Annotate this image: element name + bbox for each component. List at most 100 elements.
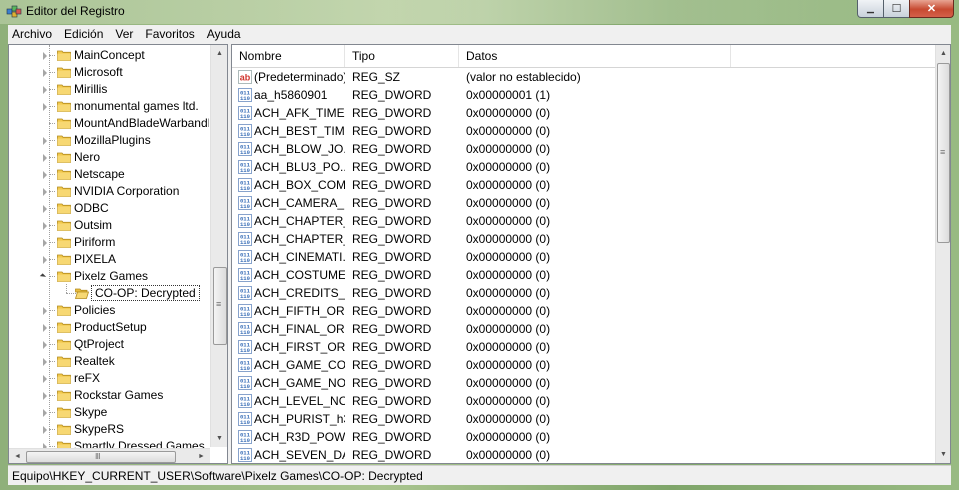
expand-arrow-icon[interactable]: [43, 324, 47, 332]
tree-scroll-right-icon[interactable]: ►: [193, 448, 210, 463]
menu-edicion[interactable]: Edición: [58, 25, 109, 44]
expand-arrow-icon[interactable]: [43, 239, 47, 247]
list-item[interactable]: 011 110 ACH_FINAL_OR... REG_DWORD 0x00000000…: [232, 320, 935, 338]
list-item[interactable]: 011 110 ACH_CINEMATI... REG_DWORD 0x00000000…: [232, 248, 935, 266]
close-button[interactable]: ✕: [909, 0, 954, 18]
tree-scroll-up-icon[interactable]: ▲: [211, 45, 227, 62]
tree-item[interactable]: Policies: [9, 302, 209, 319]
tree-horizontal-scrollbar[interactable]: ◄ Ⅲ ►: [9, 448, 210, 463]
list-item[interactable]: 011110ACH_COSTUME... REG_DWORD 0x00000000 …: [232, 266, 935, 284]
tree-scroll-thumb[interactable]: ≡: [213, 267, 227, 345]
tree-item[interactable]: Rockstar Games: [9, 387, 209, 404]
expand-arrow-icon[interactable]: [43, 137, 47, 145]
tree-item[interactable]: Piriform: [9, 234, 209, 251]
value-data: 0x00000000 (0): [466, 160, 551, 174]
tree-item-label: SkypeRS: [74, 422, 125, 436]
tree-item[interactable]: CO-OP: Decrypted: [9, 285, 209, 302]
binary-value-icon: 011 110: [238, 304, 252, 318]
list-scroll-thumb[interactable]: ≡: [937, 63, 950, 243]
list-item[interactable]: 011110ACH_CREDITS_P... REG_DWORD 0x0000000…: [232, 284, 935, 302]
list-item[interactable]: 011110ACH_CHAPTER_... REG_DWORD 0x00000000…: [232, 212, 935, 230]
list-item[interactable]: 011110ACH_CHAPTER_... REG_DWORD 0x00000000…: [232, 230, 935, 248]
expand-arrow-icon[interactable]: [43, 307, 47, 315]
expand-arrow-icon[interactable]: [43, 256, 47, 264]
column-header-data[interactable]: Datos: [459, 45, 731, 67]
key-tree-pane[interactable]: MainConcept Microsoft Mirillis monumental g…: [8, 44, 228, 464]
tree-item[interactable]: Microsoft: [9, 64, 209, 81]
values-list-pane[interactable]: Nombre Tipo Datos ab (Predeterminado) REG_…: [231, 44, 951, 464]
expand-arrow-icon[interactable]: [43, 392, 47, 400]
tree-item[interactable]: Skype: [9, 404, 209, 421]
menu-ayuda[interactable]: Ayuda: [201, 25, 247, 44]
tree-item[interactable]: Outsim: [9, 217, 209, 234]
expand-arrow-icon[interactable]: [43, 358, 47, 366]
minimize-button[interactable]: ▁: [857, 0, 884, 18]
column-header-name[interactable]: Nombre: [232, 45, 345, 67]
tree-scroll-left-icon[interactable]: ◄: [9, 448, 26, 463]
list-item[interactable]: 011 110 ACH_BEST_TIM... REG_DWORD 0x00000000…: [232, 122, 935, 140]
list-item[interactable]: 011110ACH_BOX_COM... REG_DWORD 0x00000000 …: [232, 176, 935, 194]
expand-arrow-icon[interactable]: [43, 154, 47, 162]
list-item[interactable]: 011 110 ACH_BLU3_PO... REG_DWORD 0x00000000 …: [232, 158, 935, 176]
tree-item-label: Outsim: [74, 218, 113, 232]
tree-item[interactable]: QtProject: [9, 336, 209, 353]
list-item[interactable]: 011110ACH_SEVEN_DA... REG_DWORD 0x00000000…: [232, 446, 935, 463]
list-item[interactable]: 011110ACH_GAME_NO... REG_DWORD 0x00000000 …: [232, 374, 935, 392]
tree-item[interactable]: Pixelz Games: [9, 268, 209, 285]
tree-item-label: MainConcept: [74, 48, 145, 62]
value-data: 0x00000000 (0): [466, 142, 551, 156]
tree-item[interactable]: NVIDIA Corporation: [9, 183, 209, 200]
expand-arrow-icon[interactable]: [43, 86, 47, 94]
tree-item[interactable]: Mirillis: [9, 81, 209, 98]
list-item[interactable]: 011 110 ACH_R3D_POW... REG_DWORD 0x00000000 …: [232, 428, 935, 446]
list-item[interactable]: 011110ACH_GAME_CO... REG_DWORD 0x00000000 …: [232, 356, 935, 374]
tree-item[interactable]: PIXELA: [9, 251, 209, 268]
list-item[interactable]: 011110ACH_LEVEL_NO... REG_DWORD 0x00000000…: [232, 392, 935, 410]
expand-arrow-icon[interactable]: [43, 188, 47, 196]
title-bar[interactable]: Editor del Registro ▁ ☐ ✕: [0, 0, 959, 24]
tree-item[interactable]: Nero: [9, 149, 209, 166]
value-type: REG_DWORD: [352, 124, 432, 138]
list-scroll-down-icon[interactable]: ▼: [935, 446, 950, 463]
collapse-arrow-icon[interactable]: [39, 273, 47, 280]
tree-scroll-down-icon[interactable]: ▼: [211, 430, 227, 447]
tree-hscroll-thumb[interactable]: Ⅲ: [26, 451, 176, 463]
expand-arrow-icon[interactable]: [43, 222, 47, 230]
list-vertical-scrollbar[interactable]: ▲ ≡ ▼: [935, 45, 950, 463]
tree-item[interactable]: ProductSetup: [9, 319, 209, 336]
tree-item[interactable]: SkypeRS: [9, 421, 209, 438]
list-item[interactable]: 011 110 ACH_FIFTH_OR... REG_DWORD 0x00000000…: [232, 302, 935, 320]
list-item[interactable]: 011 110 aa_h5860901 REG_DWORD 0x00000001 (1): [232, 86, 935, 104]
menu-ver[interactable]: Ver: [109, 25, 139, 44]
menu-archivo[interactable]: Archivo: [8, 25, 58, 44]
expand-arrow-icon[interactable]: [43, 69, 47, 77]
tree-vertical-scrollbar[interactable]: ▲ ≡ ▼: [210, 45, 227, 447]
expand-arrow-icon[interactable]: [43, 52, 47, 60]
value-type: REG_DWORD: [352, 412, 432, 426]
expand-arrow-icon[interactable]: [43, 103, 47, 111]
maximize-button[interactable]: ☐: [883, 0, 910, 18]
expand-arrow-icon[interactable]: [43, 409, 47, 417]
list-item[interactable]: ab (Predeterminado) REG_SZ (valor no establ…: [232, 68, 935, 86]
tree-item[interactable]: Realtek: [9, 353, 209, 370]
tree-item[interactable]: reFX: [9, 370, 209, 387]
column-header-type[interactable]: Tipo: [345, 45, 459, 67]
list-scroll-up-icon[interactable]: ▲: [935, 45, 950, 62]
expand-arrow-icon[interactable]: [43, 375, 47, 383]
expand-arrow-icon[interactable]: [43, 426, 47, 434]
tree-item[interactable]: monumental games ltd.: [9, 98, 209, 115]
expand-arrow-icon[interactable]: [43, 205, 47, 213]
expand-arrow-icon[interactable]: [43, 171, 47, 179]
list-item[interactable]: 011 110 ACH_BLOW_JO... REG_DWORD 0x00000000 …: [232, 140, 935, 158]
tree-item[interactable]: MountAndBladeWarbandKeys: [9, 115, 209, 132]
menu-favoritos[interactable]: Favoritos: [139, 25, 200, 44]
expand-arrow-icon[interactable]: [43, 341, 47, 349]
list-item[interactable]: 011110ACH_PURIST_h3... REG_DWORD 0x0000000…: [232, 410, 935, 428]
list-item[interactable]: 011 110 ACH_AFK_TIME... REG_DWORD 0x00000000…: [232, 104, 935, 122]
tree-item[interactable]: MainConcept: [9, 47, 209, 64]
tree-item[interactable]: ODBC: [9, 200, 209, 217]
list-item[interactable]: 011 110 ACH_CAMERA_... REG_DWORD 0x00000000 …: [232, 194, 935, 212]
tree-item[interactable]: MozillaPlugins: [9, 132, 209, 149]
list-item[interactable]: 011110ACH_FIRST_ORB... REG_DWORD 0x0000000…: [232, 338, 935, 356]
tree-item[interactable]: Netscape: [9, 166, 209, 183]
